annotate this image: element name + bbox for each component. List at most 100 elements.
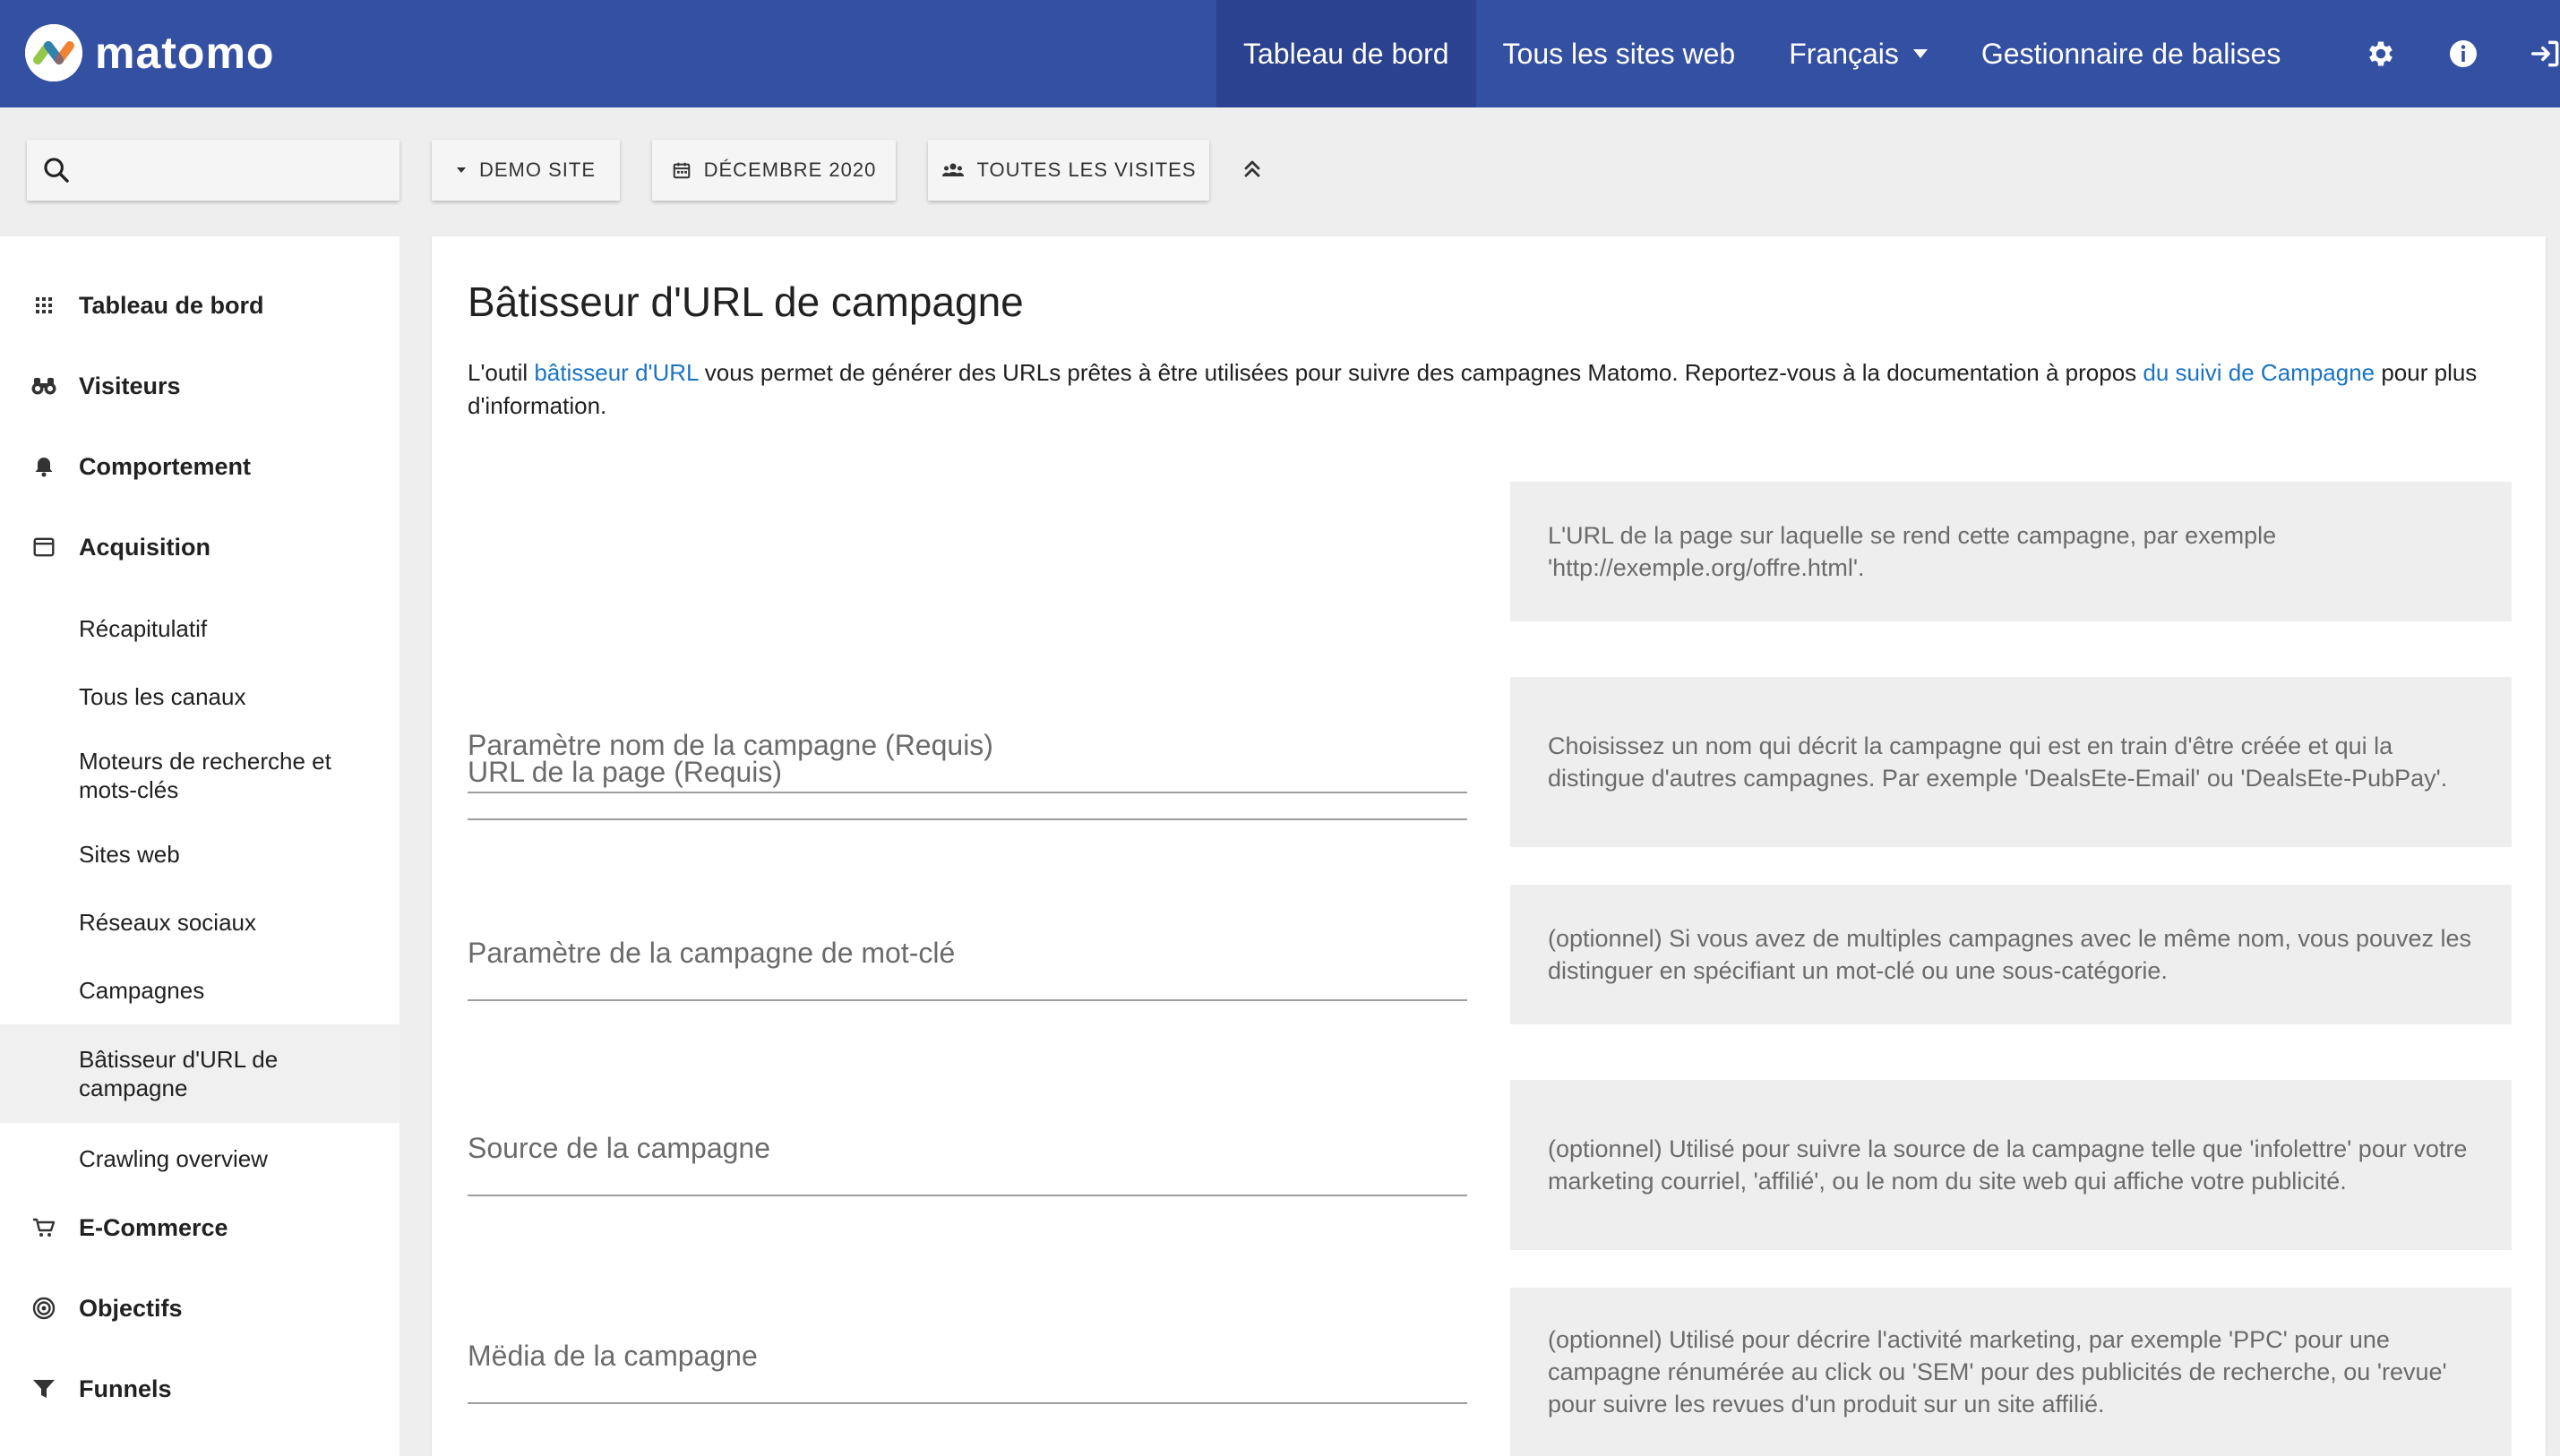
nav-dashboard[interactable]: Tableau de bord (1216, 0, 1476, 107)
campaign-source-input-underline (468, 1195, 1467, 1196)
sidebar-item-visitors[interactable]: Visiteurs (0, 346, 399, 426)
language-label: Français (1789, 37, 1899, 70)
sidebar-item-behaviour[interactable]: Comportement (0, 426, 399, 507)
site-selector-label: DEMO SITE (478, 158, 596, 181)
sidebar-item-acquisition[interactable]: Acquisition (0, 507, 399, 587)
sidebar-item-label: Objectifs (79, 1294, 183, 1322)
period-selector[interactable]: DÉCEMBRE 2020 (652, 140, 896, 201)
logo-text: matomo (95, 28, 275, 78)
sidebar-item-label: Funnels (79, 1375, 172, 1402)
sidebar-subitem-websites[interactable]: Sites web (0, 826, 399, 883)
segment-selector-label: TOUTES LES VISITES (976, 158, 1197, 181)
sidebar-subitem-label: Récapitulatif (79, 615, 208, 642)
page-url-help-text: L'URL de la page sur laquelle se rend ce… (1548, 522, 2277, 581)
funnel-icon (30, 1375, 57, 1402)
cart-icon (30, 1214, 57, 1241)
campaign-medium-help-text: (optionnel) Utilisé pour décrire l'activ… (1548, 1326, 2447, 1417)
campaign-source-help-text: (optionnel) Utilisé pour suivre la sourc… (1548, 1135, 2468, 1195)
page-url-field[interactable]: URL de la page (Requis) (468, 460, 1467, 836)
sidebar-subitem-crawling-overview[interactable]: Crawling overview (0, 1130, 399, 1187)
sidebar-subitem-all-channels[interactable]: Tous les canaux (0, 668, 399, 725)
sidebar-item-funnels[interactable]: Funnels (0, 1349, 399, 1429)
sidebar-subitem-label: Réseaux sociaux (79, 909, 256, 936)
campaign-tracking-link[interactable]: du suivi de Campagne (2143, 359, 2375, 386)
sidebar-item-label: E-Commerce (79, 1213, 228, 1241)
site-selector[interactable]: DEMO SITE (432, 140, 620, 201)
campaign-name-label: Paramètre nom de la campagne (Requis) (468, 729, 993, 761)
calendar-icon (672, 160, 692, 180)
period-selector-label: DÉCEMBRE 2020 (703, 158, 877, 181)
campaign-name-help: Choisissez un nom qui décrit la campagne… (1510, 677, 2512, 847)
matomo-logo[interactable]: matomo (25, 21, 274, 84)
sidebar-item-ecommerce[interactable]: E-Commerce (0, 1187, 399, 1268)
nav-dashboard-label: Tableau de bord (1243, 37, 1449, 70)
users-icon (941, 161, 965, 179)
campaign-keyword-help: (optionnel) Si vous avez de multiples ca… (1510, 885, 2512, 1024)
intro-part-2: vous permet de générer des URLs prêtes à… (698, 359, 2143, 386)
url-builder-link[interactable]: bâtisseur d'URL (534, 359, 698, 386)
campaign-medium-label: Mëdia de la campagne (468, 1340, 758, 1372)
nav-tag-manager[interactable]: Gestionnaire de balises (1954, 0, 2307, 107)
sidebar-item-label: Tableau de bord (79, 291, 264, 319)
sidebar-subitem-campaign-url-builder[interactable]: Bâtisseur d'URL de campagne (0, 1024, 399, 1123)
language-selector[interactable]: Français (1762, 0, 1954, 107)
campaign-name-input-underline (468, 792, 1467, 793)
sidebar-subitem-search-engines[interactable]: Moteurs de recherche et mots-clés (0, 740, 399, 811)
info-icon (2450, 40, 2477, 67)
sidebar-subitem-label: Sites web (79, 841, 180, 868)
sidebar-subitem-campaigns[interactable]: Campagnes (0, 962, 399, 1019)
binoculars-icon (30, 373, 57, 399)
campaign-keyword-help-text: (optionnel) Si vous avez de multiples ca… (1548, 925, 2472, 984)
calendar-icon (30, 534, 57, 561)
campaign-source-label: Source de la campagne (468, 1132, 770, 1164)
page-url-help: L'URL de la page sur laquelle se rend ce… (1510, 482, 2512, 621)
page-title: Bâtisseur d'URL de campagne (468, 278, 1024, 325)
dashboard-icon (30, 292, 57, 319)
collapse-toolbar-button[interactable] (1240, 156, 1265, 181)
sidebar-subitem-overview[interactable]: Récapitulatif (0, 600, 399, 657)
controls-toolbar: DEMO SITE DÉCEMBRE 2020 TOUTES LES VISIT… (0, 107, 2560, 235)
settings-button[interactable] (2340, 0, 2422, 107)
top-navigation-bar: matomo Tableau de bord Tous les sites we… (0, 0, 2560, 107)
nav-tag-manager-label: Gestionnaire de balises (1980, 37, 2281, 70)
campaign-keyword-label: Paramètre de la campagne de mot-clé (468, 937, 956, 969)
sidebar-subitem-label: Moteurs de recherche et mots-clés (79, 748, 331, 803)
gear-icon (2369, 41, 2392, 66)
sidebar-menu: Tableau de bord Visiteurs Comportement A… (0, 236, 399, 1456)
caret-down-icon (456, 166, 467, 175)
sidebar-subitem-label: Tous les canaux (79, 683, 246, 710)
matomo-logo-icon (25, 24, 82, 81)
nav-all-websites-label: Tous les sites web (1502, 37, 1736, 70)
double-chevron-up-icon (1244, 160, 1260, 177)
help-button[interactable] (2422, 0, 2504, 107)
sidebar-item-label: Comportement (79, 452, 252, 480)
intro-text: L'outil bâtisseur d'URL vous permet de g… (468, 356, 2519, 423)
top-menu: Tableau de bord Tous les sites web Franç… (1216, 0, 2307, 107)
nav-all-websites[interactable]: Tous les sites web (1476, 0, 1763, 107)
caret-down-icon (1912, 49, 1928, 58)
campaign-medium-help: (optionnel) Utilisé pour décrire l'activ… (1510, 1288, 2512, 1456)
campaign-keyword-input-underline (468, 999, 1467, 1001)
page-url-input-underline (468, 818, 1467, 820)
sign-out-icon (2531, 40, 2559, 67)
campaign-medium-input-underline (468, 1402, 1467, 1404)
sidebar-subitem-label: Campagnes (79, 977, 205, 1004)
sidebar-subitem-social-networks[interactable]: Réseaux sociaux (0, 894, 399, 951)
sidebar-item-goals[interactable]: Objectifs (0, 1268, 399, 1349)
sidebar-item-dashboard[interactable]: Tableau de bord (0, 265, 399, 346)
intro-part-1: L'outil (468, 359, 535, 386)
target-icon (30, 1295, 57, 1322)
search-icon (44, 158, 69, 183)
logout-button[interactable] (2504, 0, 2560, 107)
top-icon-group (2340, 0, 2560, 107)
sidebar-subitem-label: Bâtisseur d'URL de campagne (79, 1046, 279, 1101)
segment-selector[interactable]: TOUTES LES VISITES (928, 140, 1209, 201)
search-input[interactable] (27, 140, 399, 201)
campaign-name-help-text: Choisissez un nom qui décrit la campagne… (1548, 732, 2448, 792)
sidebar-subitem-label: Crawling overview (79, 1145, 268, 1172)
bell-icon (30, 453, 57, 480)
campaign-source-help: (optionnel) Utilisé pour suivre la sourc… (1510, 1080, 2512, 1250)
sidebar-item-label: Visiteurs (79, 372, 181, 399)
main-content-card: Bâtisseur d'URL de campagne L'outil bâti… (432, 236, 2546, 1456)
sidebar-item-label: Acquisition (79, 533, 210, 561)
